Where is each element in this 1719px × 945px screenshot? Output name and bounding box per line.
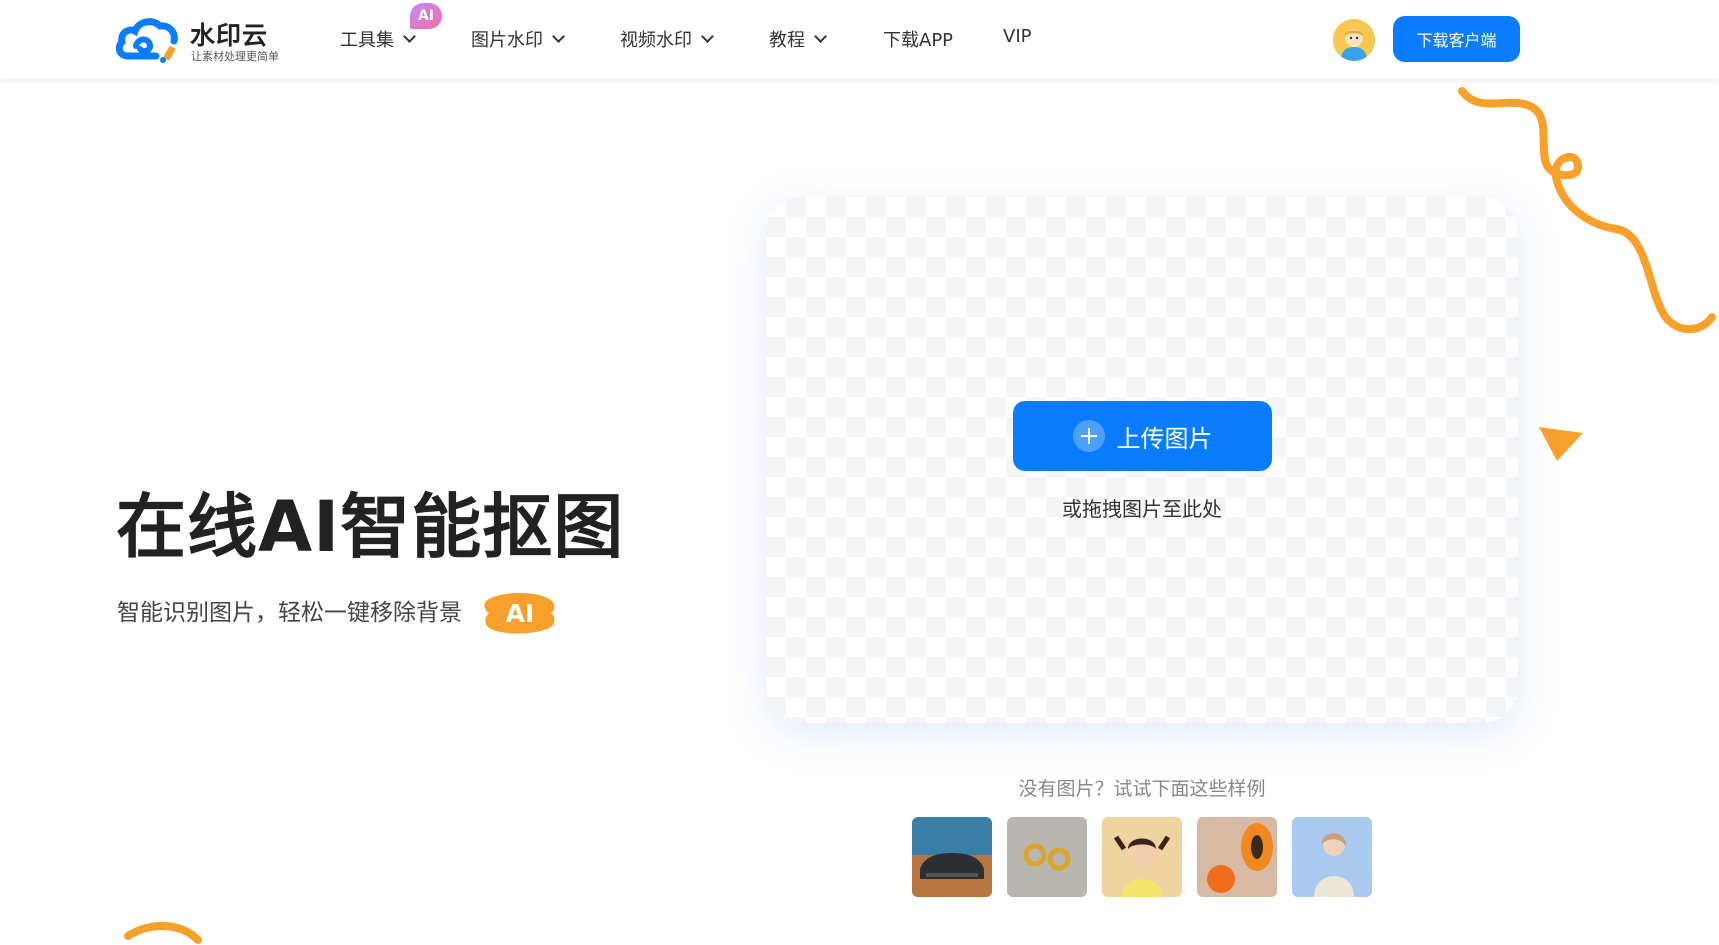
hero-title: 在线AI智能抠图 [116,486,625,568]
papaya-image-icon [1197,817,1277,897]
nav-item-vip[interactable]: VIP [1003,26,1031,47]
ai-tag: AI [483,591,557,635]
logo[interactable]: 水印云 让素材处理更简单 [116,14,286,66]
decorative-triangle-icon [1539,427,1583,461]
nav-item-download-app[interactable]: 下载APP [883,26,953,52]
chevron-down-icon [701,29,714,43]
chevron-down-icon [552,29,565,43]
earrings-image-icon [1007,817,1087,897]
sample-thumb-child[interactable] [1102,817,1182,897]
nav-label: 工具集 [340,30,394,51]
sample-thumb-woman[interactable] [1292,817,1372,897]
nav-item-tools[interactable]: 工具集 [340,26,416,52]
nav-label: 教程 [769,30,805,51]
sample-thumb-car[interactable] [912,817,992,897]
child-image-icon [1102,817,1182,897]
upload-image-button[interactable]: 上传图片 [1013,401,1272,471]
sample-thumb-earrings[interactable] [1007,817,1087,897]
download-client-button[interactable]: 下载客户端 [1393,16,1520,62]
logo-slogan: 让素材处理更简单 [191,50,279,63]
car-image-icon [912,817,992,897]
plus-icon [1072,420,1105,452]
upload-button-label: 上传图片 [1116,424,1213,453]
chevron-down-icon [403,29,416,43]
nav-label: 下载APP [883,30,954,51]
decorative-arc-icon [124,922,202,944]
logo-name: 水印云 [190,21,269,50]
drag-drop-hint: 或拖拽图片至此处 [1062,497,1222,521]
nav-item-image-watermark[interactable]: 图片水印 [471,26,565,52]
hero-subtitle: 智能识别图片，轻松一键移除背景 [117,600,462,626]
chevron-down-icon [814,29,827,43]
ai-badge: AI [410,3,442,29]
nav-item-video-watermark[interactable]: 视频水印 [620,26,714,52]
nav-label: 视频水印 [620,30,692,51]
user-avatar[interactable] [1333,19,1375,61]
ai-tag-label: AI [505,598,535,628]
woman-image-icon [1292,817,1372,897]
avatar-icon [1333,19,1375,61]
cloud-logo-icon [116,18,178,63]
nav-label: VIP [1003,26,1032,47]
nav-item-tutorials[interactable]: 教程 [769,26,827,52]
nav-label: 图片水印 [471,30,543,51]
page: 水印云 让素材处理更简单 工具集 AI 图片水印 视频水印 教程 下载APP V… [0,0,1719,945]
sample-thumb-papaya[interactable] [1197,817,1277,897]
samples-title: 没有图片？试试下面这些样例 [1018,778,1266,800]
top-navbar: 水印云 让素材处理更简单 工具集 AI 图片水印 视频水印 教程 下载APP V… [0,0,1719,79]
upload-dropzone[interactable]: 上传图片 或拖拽图片至此处 [766,197,1518,723]
